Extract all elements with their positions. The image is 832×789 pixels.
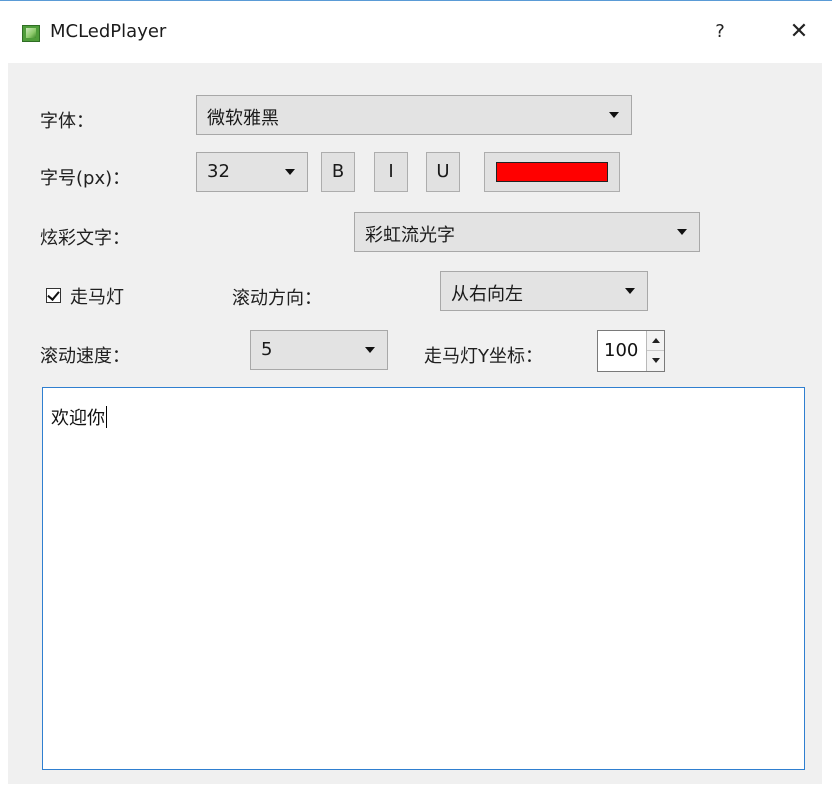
window-title: MCLedPlayer [50, 21, 167, 42]
scroll-speed-combo[interactable]: 5 [250, 330, 388, 370]
scroll-speed-label: 滚动速度： [40, 346, 130, 367]
marquee-y-value: 100 [604, 340, 639, 361]
dropdown-arrow-icon [677, 229, 687, 235]
font-family-combo[interactable]: 微软雅黑 [196, 95, 632, 135]
help-button[interactable]: ? [706, 17, 734, 47]
font-label: 字体： [40, 111, 94, 132]
dropdown-arrow-icon [365, 347, 375, 353]
effect-label: 炫彩文字： [40, 228, 130, 249]
text-color-button[interactable] [484, 152, 620, 192]
text-editor[interactable]: 欢迎你 [42, 387, 805, 770]
effect-value: 彩虹流光字 [365, 225, 455, 246]
color-swatch [496, 162, 608, 182]
font-size-combo[interactable]: 32 [196, 152, 308, 192]
main-window: MCLedPlayer ? ✕ 字体： 微软雅黑 字号(px)： 32 B I … [0, 0, 832, 789]
scroll-direction-label: 滚动方向： [232, 288, 322, 309]
close-button[interactable]: ✕ [784, 17, 814, 47]
checkmark-icon [47, 288, 60, 301]
app-icon [22, 25, 40, 42]
spin-up-icon[interactable] [647, 331, 664, 351]
marquee-y-spinbox[interactable]: 100 [597, 330, 665, 372]
editor-text-content: 欢迎你 [51, 408, 105, 429]
editor-text: 欢迎你 [51, 404, 107, 430]
marquee-label[interactable]: 走马灯 [70, 283, 124, 309]
dropdown-arrow-icon [625, 288, 635, 294]
scroll-direction-value: 从右向左 [451, 284, 523, 305]
title-bar: MCLedPlayer ? ✕ [0, 0, 832, 62]
font-size-value: 32 [207, 161, 230, 182]
bold-button[interactable]: B [321, 152, 355, 192]
scroll-speed-value: 5 [261, 339, 273, 360]
font-size-label: 字号(px)： [40, 168, 131, 189]
client-area: 字体： 微软雅黑 字号(px)： 32 B I U 炫彩文字： 彩虹流光字 走马… [8, 63, 822, 784]
underline-button[interactable]: U [426, 152, 460, 192]
text-caret [106, 406, 107, 428]
dropdown-arrow-icon [285, 169, 295, 175]
dropdown-arrow-icon [609, 112, 619, 118]
italic-button[interactable]: I [374, 152, 408, 192]
marquee-y-label: 走马灯Y坐标： [424, 346, 543, 367]
scroll-direction-combo[interactable]: 从右向左 [440, 271, 648, 311]
marquee-checkbox[interactable] [46, 288, 61, 303]
spin-buttons [646, 331, 664, 371]
effect-combo[interactable]: 彩虹流光字 [354, 212, 700, 252]
font-family-value: 微软雅黑 [207, 108, 279, 129]
spin-down-icon[interactable] [647, 351, 664, 371]
